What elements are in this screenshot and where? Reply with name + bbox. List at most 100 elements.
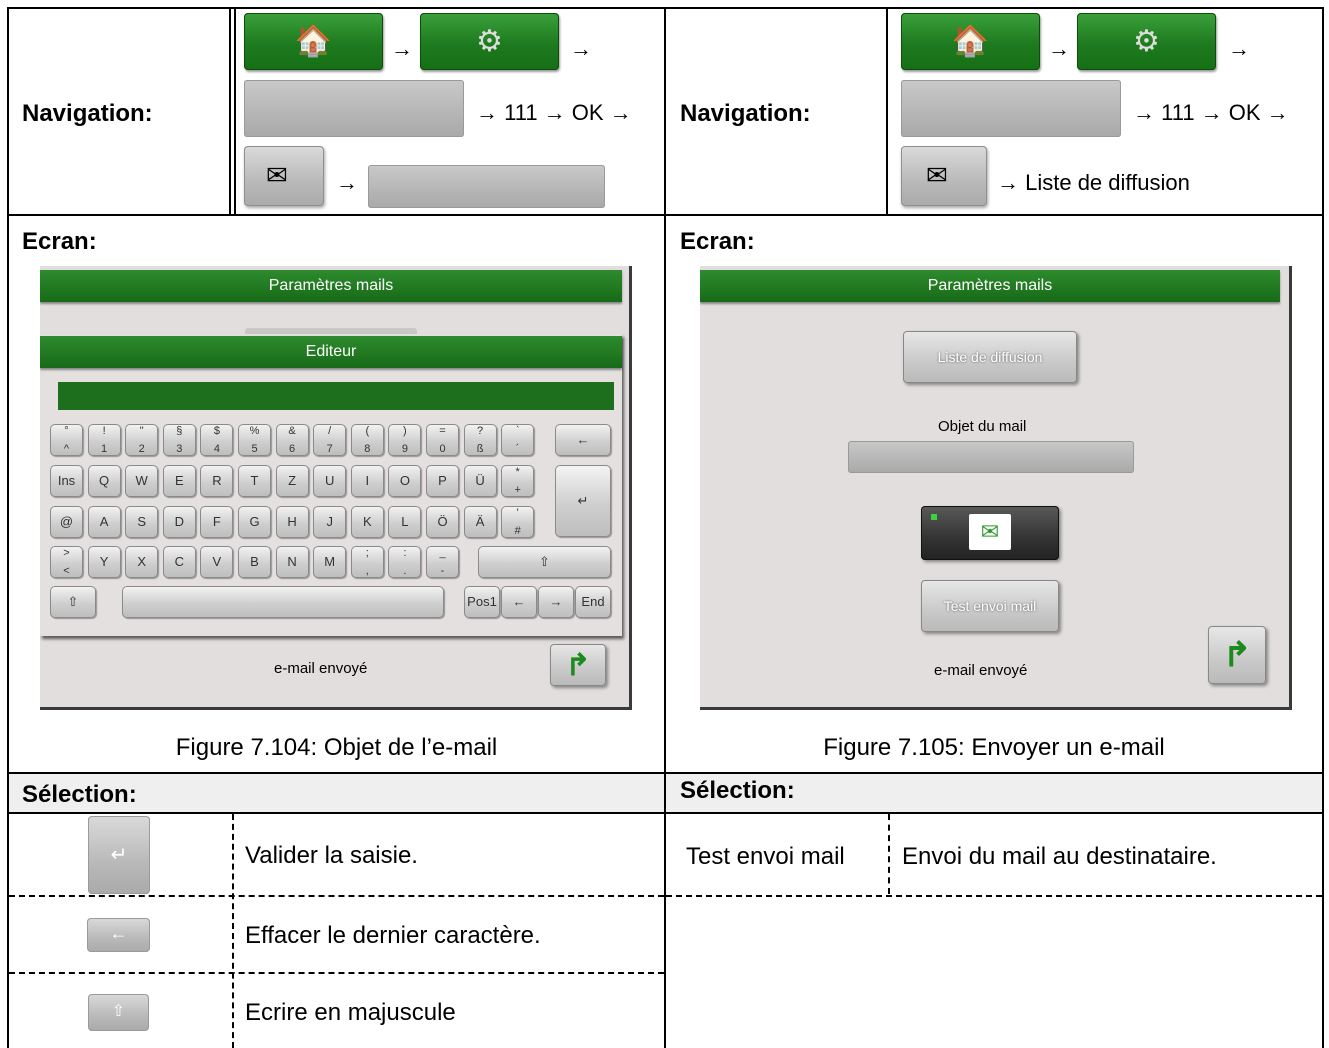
screen-right: Paramètres mails Liste de diffusion Obje… [700,266,1292,710]
ecran-label-right: Ecran: [680,228,755,255]
key[interactable]: Ö [426,506,459,538]
subject-bar-placeholder [368,165,605,208]
key[interactable]: O [388,465,422,497]
key[interactable]: (8 [350,424,384,456]
nav-arrow: → [1048,36,1070,61]
home-icon: 🏠 [294,25,333,58]
key[interactable]: > < [50,546,83,578]
virtual-keyboard: ° ^! 1 " 2 § 3 $4% 5 & 6/7(8) 9 = 0? ß ` ´ ← Ins Q W E R T Z U I O P… [40,334,622,636]
key[interactable]: @ [50,506,83,538]
key[interactable]: C [162,546,196,578]
key[interactable]: & 6 [275,424,309,456]
key[interactable]: ° ^ [50,424,83,456]
home-button: 🏠 [901,13,1040,70]
key[interactable]: Ä [463,506,497,538]
settings-icon: ⚙ [476,25,503,58]
distribution-list-button[interactable]: Liste de diffusion [903,331,1077,383]
mail-settings-icon: ✉ [244,146,324,206]
send-mail-button[interactable]: ✉ [921,506,1059,560]
left-arrow-key[interactable]: ← [501,586,537,618]
nav-label-right: Navigation: [680,100,811,127]
key[interactable]: B [238,546,271,578]
send-mail-icon: ✉ [969,514,1011,550]
pos1-key[interactable]: Pos1 [464,586,500,618]
key[interactable]: /7 [313,424,347,456]
key[interactable]: J [313,506,347,538]
shift-key[interactable]: ⇧ [478,546,611,578]
key[interactable]: T [238,465,271,497]
next-button[interactable]: ↱ [550,644,606,686]
enter-icon: ↵ [88,816,150,894]
selection-label-left: Sélection: [22,781,137,808]
key[interactable]: P [426,465,459,497]
selection-term: Test envoi mail [686,843,845,870]
key[interactable]: R [200,465,234,497]
status-led-icon [931,514,937,520]
key[interactable]: U [313,465,347,497]
key[interactable]: X [125,546,159,578]
key[interactable]: " 2 [125,424,159,456]
window-title: Paramètres mails [700,270,1280,302]
nav-sequence: → 111 → OK → [476,100,632,125]
next-button[interactable]: ↱ [1208,626,1266,684]
backspace-key[interactable]: ← [555,424,611,456]
key[interactable]: % 5 [238,424,271,456]
key[interactable]: G [238,506,271,538]
shift-key[interactable]: ⇧ [50,586,96,618]
figure-caption-right: Figure 7.105: Envoyer un e-mail [823,734,1165,761]
key[interactable]: E [162,465,196,497]
menu-bar-placeholder [244,80,464,137]
nav-arrow: → [336,170,358,195]
key[interactable]: * + [501,465,535,497]
key[interactable]: S [125,506,159,538]
key[interactable]: ? ß [463,424,497,456]
key[interactable]: H [275,506,309,538]
subject-field[interactable] [848,441,1134,473]
next-arrow-icon: ↱ [1222,636,1252,674]
key[interactable]: K [350,506,384,538]
key[interactable]: F [200,506,234,538]
key[interactable]: V [200,546,234,578]
menu-bar-placeholder [901,80,1121,137]
key[interactable]: ;, [350,546,384,578]
key[interactable]: I [350,465,384,497]
right-arrow-key[interactable]: → [538,586,574,618]
test-mail-button[interactable]: Test envoi mail [921,580,1059,632]
nav-arrow: → [570,36,592,61]
key[interactable]: _ - [426,546,459,578]
key[interactable]: = 0 [426,424,459,456]
key[interactable]: N [275,546,309,578]
key[interactable]: D [162,506,196,538]
key[interactable]: :. [388,546,422,578]
subject-label: Objet du mail [938,418,1027,435]
editor-panel: Editeur ° ^! 1 " 2 § 3 $4% 5 & 6/7(8) 9 = 0? ß ` ´ ← Ins Q W… [40,334,622,636]
key[interactable]: A [87,506,121,538]
selection-text: Valider la saisie. [245,842,418,869]
status-text: e-mail envoyé [934,662,1028,679]
key[interactable]: M [313,546,347,578]
key[interactable]: § 3 [162,424,196,456]
enter-key[interactable]: ↵ [555,465,611,537]
home-icon: 🏠 [951,25,990,58]
key[interactable]: Q [87,465,121,497]
settings-button: ⚙ [420,13,559,70]
figure-caption-left: Figure 7.104: Objet de l’e-mail [175,734,498,761]
key[interactable]: $4 [200,424,234,456]
status-text: e-mail envoyé [274,660,368,677]
space-key[interactable] [122,586,444,618]
key[interactable]: ! 1 [87,424,121,456]
key[interactable]: L [388,506,422,538]
key[interactable]: Y [87,546,121,578]
key[interactable]: ` ´ [501,424,535,456]
screen-left: Paramètres mails Editeur ° ^! 1 " 2 § 3 $4% 5 & 6/… [40,266,632,710]
selection-text: Ecrire en majuscule [245,999,456,1026]
end-key[interactable]: End [575,586,611,618]
key[interactable]: Ü [463,465,497,497]
key[interactable]: ) 9 [388,424,422,456]
key[interactable]: Z [275,465,309,497]
settings-icon: ⚙ [1133,25,1160,58]
window-title: Paramètres mails [40,270,622,302]
key[interactable]: W [125,465,159,497]
key[interactable]: ' # [501,506,535,538]
key[interactable]: Ins [50,465,83,497]
